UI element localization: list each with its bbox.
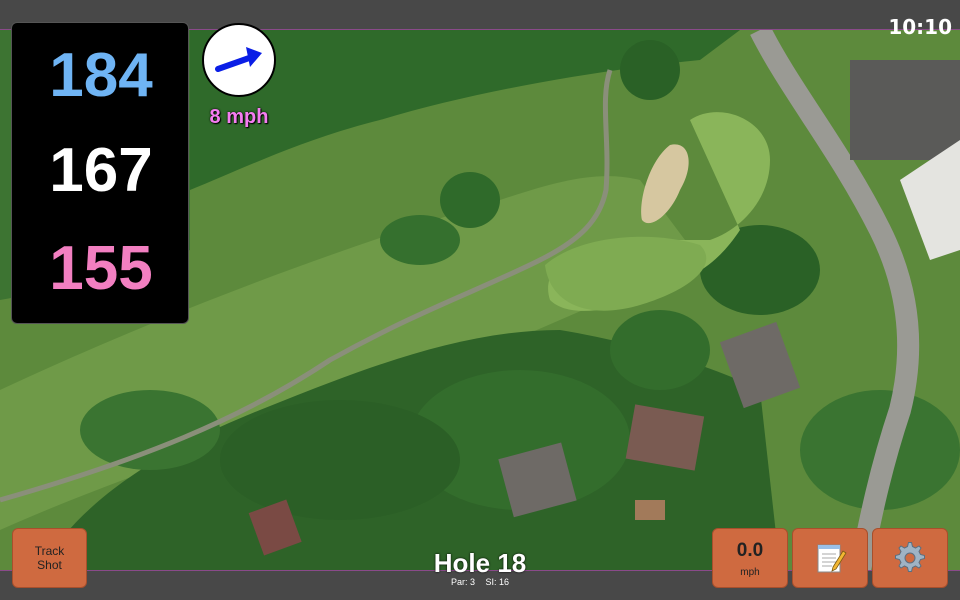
par-label: Par: 3	[450, 577, 475, 587]
arrow-icon	[215, 47, 262, 72]
notepad-icon	[817, 544, 847, 573]
speed-button[interactable]: 0.0 mph	[712, 528, 788, 588]
wind-direction-indicator	[202, 23, 276, 97]
settings-button[interactable]	[872, 528, 948, 588]
notes-button[interactable]	[792, 528, 868, 588]
speed-unit: mph	[740, 567, 760, 578]
speed-value: 0.0	[736, 540, 764, 561]
back-distance: 184	[49, 41, 153, 110]
hole-title: Hole 18	[433, 548, 527, 578]
track-shot-button[interactable]: Track Shot	[12, 528, 87, 588]
front-distance: 155	[49, 234, 153, 303]
clock: 10:10	[888, 15, 952, 39]
gear-icon	[895, 542, 925, 572]
wind-speed: 8 mph	[209, 106, 269, 128]
hole-meta: Par: 3 SI: 16	[380, 577, 580, 587]
stroke-index-label: SI: 16	[485, 577, 510, 587]
distance-panel: 184 167 155	[11, 22, 189, 324]
center-distance: 167	[49, 136, 153, 205]
